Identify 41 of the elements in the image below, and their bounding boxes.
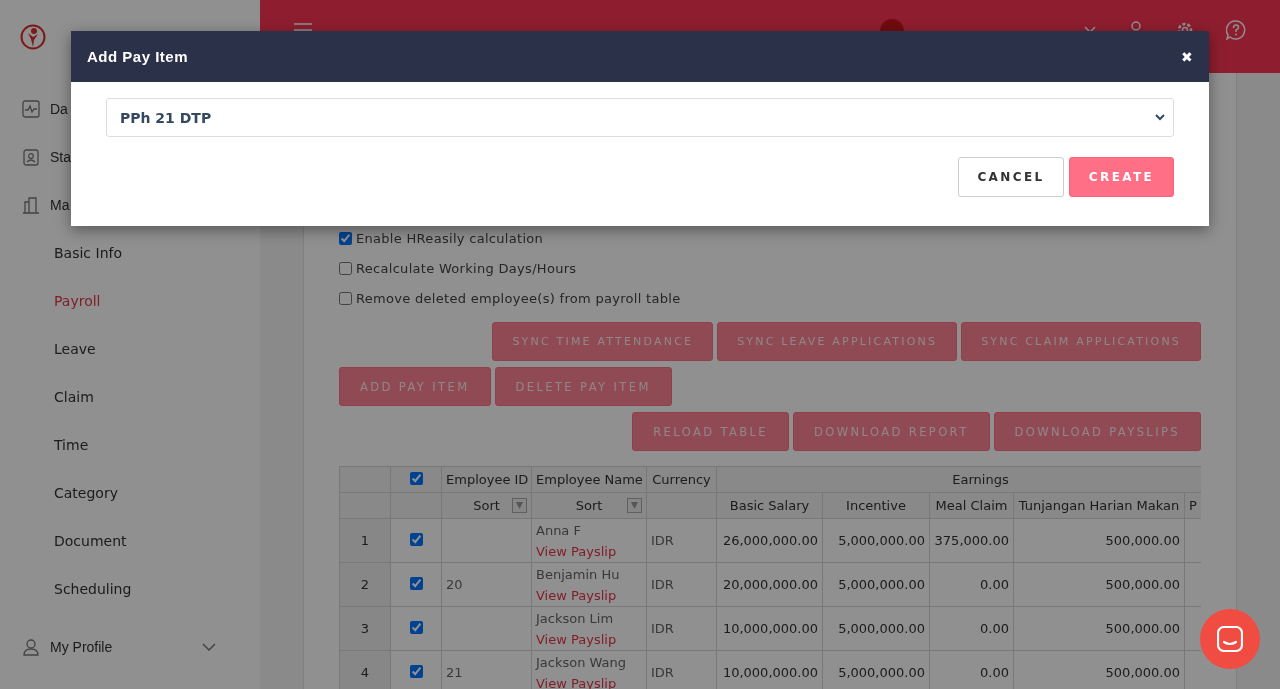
table-cell: Anna F View Payslip xyxy=(531,518,647,563)
column-header: Currency xyxy=(646,466,717,493)
column-header: Employee ID xyxy=(441,466,532,493)
column-header: Incentive xyxy=(822,492,930,519)
table-cell: 0.00 xyxy=(929,650,1014,689)
table-cell: 5,000,000.00 xyxy=(822,518,930,563)
table-cell: 500,000.00 xyxy=(1013,650,1185,689)
table-cell: IDR xyxy=(646,562,717,607)
table-cell: Benjamin Hu View Payslip xyxy=(531,562,647,607)
checkbox-label: Remove deleted employee(s) from payroll table xyxy=(356,290,681,306)
table-cell: 5,000,000.00 xyxy=(822,562,930,607)
table-cell: 0.00 xyxy=(929,562,1014,607)
table-cell: 500,000.00 xyxy=(1013,562,1185,607)
table-cell: 10,000,000.00 xyxy=(716,606,823,651)
table-cell: Jackson Lim View Payslip xyxy=(531,606,647,651)
table-cell: IDR xyxy=(646,650,717,689)
column-header: Employee Name xyxy=(531,466,647,493)
table-cell: 0.00 xyxy=(929,606,1014,651)
table-cell: 375,000.00 xyxy=(929,518,1014,563)
checkbox-label: Recalculate Working Days/Hours xyxy=(356,260,577,276)
row-number: 2 xyxy=(339,562,391,607)
table-cell: IDR xyxy=(646,518,717,563)
row-number: 4 xyxy=(339,650,391,689)
row-number: 3 xyxy=(339,606,391,651)
table-cell: 10,000,000.00 xyxy=(716,650,823,689)
column-header: Earnings xyxy=(716,466,1201,493)
table-cell: 20,000,000.00 xyxy=(716,562,823,607)
table-cell: 26,000,000.00 xyxy=(716,518,823,563)
table-cell: 500,000.00 xyxy=(1013,518,1185,563)
table-cell: 500,000.00 xyxy=(1013,606,1185,651)
column-header: Tunjangan Harian Makan xyxy=(1013,492,1185,519)
column-header: Basic Salary xyxy=(716,492,823,519)
row-number: 1 xyxy=(339,518,391,563)
table-cell: 21 xyxy=(441,650,532,689)
table-cell: 20 xyxy=(441,562,532,607)
dialog-title: Add Pay Item xyxy=(87,48,189,65)
table-cell: 5,000,000.00 xyxy=(822,650,930,689)
checkbox-label: Enable HReasily calculation xyxy=(356,230,544,246)
column-header: Meal Claim xyxy=(929,492,1014,519)
table-cell: 5,000,000.00 xyxy=(822,606,930,651)
table-cell: IDR xyxy=(646,606,717,651)
